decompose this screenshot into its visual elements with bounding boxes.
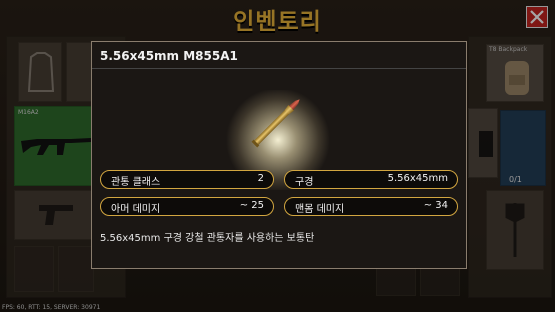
stat-value: ~ 34 [423, 200, 448, 211]
stat-value: 5.56x45mm [387, 173, 448, 184]
item-detail-dialog: 5.56x45mm M855A1 관통 클래스 2 구경 5.56x45mm 아… [91, 41, 467, 269]
stat-penetration-class: 관통 클래스 2 [100, 170, 274, 189]
stat-value: ~ 25 [239, 200, 264, 211]
stat-label: 구경 [295, 177, 314, 188]
item-description: 5.56x45mm 구경 강철 관통자를 사용하는 보통탄 [100, 233, 315, 244]
stat-armor-damage: 아머 데미지 ~ 25 [100, 197, 274, 216]
stat-label: 맨몸 데미지 [295, 204, 345, 215]
bullet-icon [251, 99, 300, 148]
stat-value: 2 [257, 173, 264, 184]
stat-caliber: 구경 5.56x45mm [284, 170, 458, 189]
stat-flesh-damage: 맨몸 데미지 ~ 34 [284, 197, 458, 216]
dialog-divider [92, 68, 466, 69]
stat-label: 아머 데미지 [111, 204, 161, 215]
item-name: 5.56x45mm M855A1 [100, 49, 238, 63]
stat-label: 관통 클래스 [111, 177, 161, 188]
